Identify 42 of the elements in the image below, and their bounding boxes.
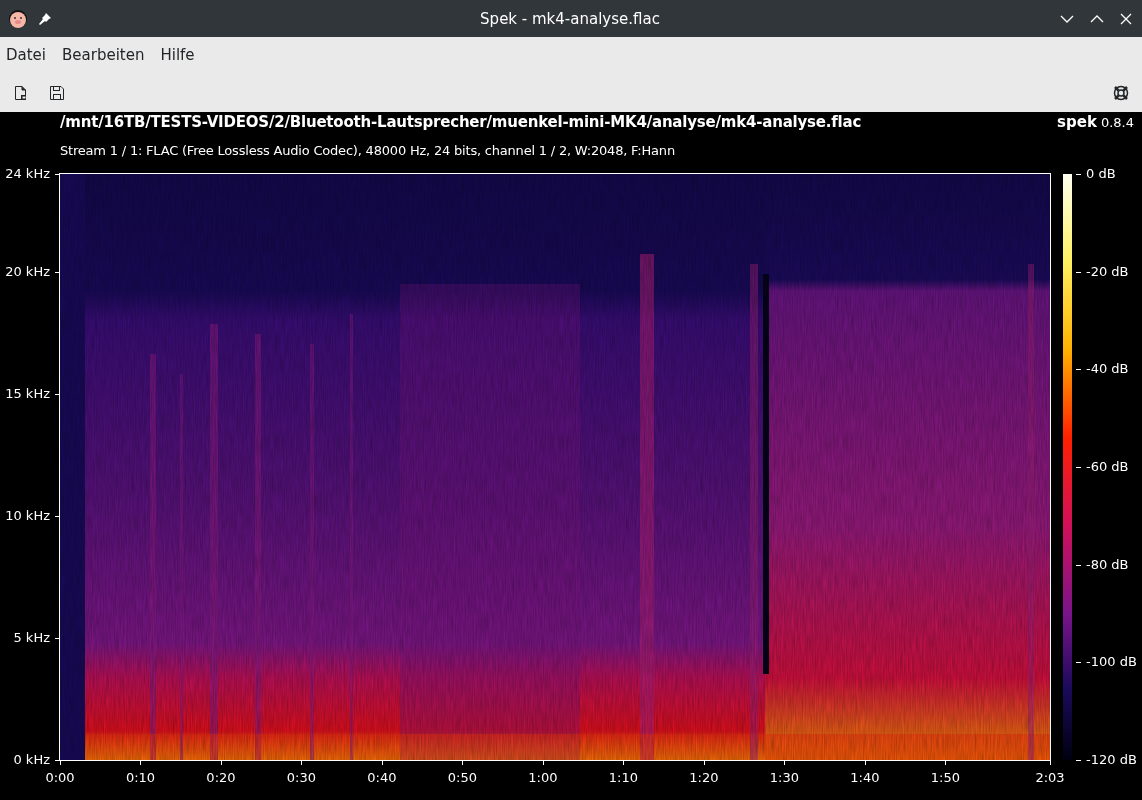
time-label: 0:30 (286, 770, 317, 785)
file-path: /mnt/16TB/TESTS-VIDEOS/2/Bluetooth-Lautsprecher/muenkel-mini-MK4/analyse/mk4-analyse.flac (60, 113, 863, 131)
help-lifebuoy-icon[interactable] (1113, 84, 1129, 101)
app-icon[interactable] (8, 8, 28, 29)
time-label: 2:03 (1035, 770, 1065, 785)
time-label: 0:10 (125, 770, 156, 785)
menu-item[interactable]: Bearbeiten (57, 46, 150, 64)
decibel-label: 0 dB (1086, 165, 1116, 181)
decibel-label: -80 dB (1086, 556, 1129, 572)
pin-icon[interactable] (38, 11, 52, 26)
minimize-icon[interactable] (1060, 14, 1074, 23)
time-label: 1:50 (930, 770, 960, 785)
time-label: 1:00 (528, 770, 558, 785)
frequency-label: 20 kHz (5, 263, 50, 279)
close-icon[interactable] (1120, 12, 1132, 25)
decibel-label: -100 dB (1086, 654, 1137, 670)
decibel-label: -60 dB (1086, 458, 1129, 474)
frequency-label: 24 kHz (5, 165, 50, 181)
time-label: 0:40 (367, 770, 397, 785)
menu-item[interactable]: Hilfe (155, 46, 200, 64)
maximize-icon[interactable] (1090, 14, 1104, 23)
time-label: 0:00 (45, 770, 75, 785)
time-label: 1:40 (850, 770, 880, 785)
stream-info: Stream 1 / 1: FLAC (Free Lossless Audio Codec), 48000 Hz, 24 bits, channel 1 / 2, W:2048, F:Hann (59, 143, 676, 160)
window-title: Spek - mk4-analyse.flac (479, 9, 661, 28)
menu-item[interactable]: Datei (1, 46, 52, 64)
frequency-label: 0 kHz (13, 751, 50, 767)
frequency-label: 10 kHz (5, 507, 50, 523)
time-label: 1:30 (769, 770, 799, 785)
decibel-label: -20 dB (1086, 263, 1129, 279)
frequency-label: 15 kHz (5, 385, 50, 401)
decibel-label: -120 dB (1086, 751, 1137, 767)
open-file-icon[interactable] (13, 84, 29, 101)
app-name: spek (1057, 113, 1097, 131)
decibel-label: -40 dB (1086, 361, 1129, 377)
time-label: 1:10 (608, 770, 638, 785)
time-label: 1:20 (689, 770, 719, 785)
app-version: 0.8.4 (1100, 115, 1134, 130)
time-label: 0:50 (447, 770, 478, 785)
time-label: 0:20 (206, 770, 236, 785)
save-icon[interactable] (49, 84, 65, 101)
frequency-label: 5 kHz (13, 629, 50, 645)
